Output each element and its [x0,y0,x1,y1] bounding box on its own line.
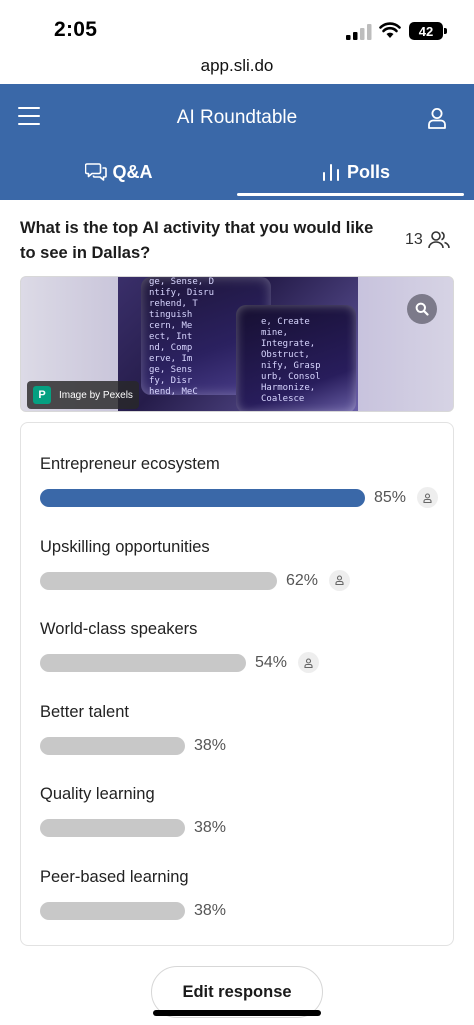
pexels-logo-icon: P [33,386,51,404]
magnifier-icon [415,302,429,316]
poll-option-result: 62% [40,569,440,591]
image-code-text: ge, Sense, D ntify, Disru rehend, T ting… [149,277,215,397]
result-percent: 38% [194,901,227,919]
url-bar[interactable]: app.sli.do [0,56,474,84]
poll-option-result: 38% [40,734,440,756]
tab-qa[interactable]: Q&A [0,158,237,200]
status-bar: 2:05 42 [0,0,474,56]
tab-polls-label: Polls [346,161,390,182]
result-percent: 62% [286,571,319,589]
poll-option: Upskilling opportunities 62% [40,538,440,591]
active-tab-indicator [237,193,464,196]
my-vote-icon [329,569,350,591]
poll-option-label: Upskilling opportunities [40,537,210,556]
result-bar [40,489,365,507]
cellular-signal-icon [346,24,372,40]
poll-option-label: Quality learning [40,785,155,803]
poll-option: Peer-based learning 38% [40,868,440,921]
image-background [353,277,453,411]
result-percent: 38% [194,819,227,836]
poll-option: Entrepreneur ecosystem 85% [40,455,440,508]
chat-bubbles-icon [84,163,107,181]
participant-count-value: 13 [405,231,423,248]
result-bar [40,654,246,672]
home-indicator [153,1010,321,1016]
status-time: 2:05 [54,18,98,41]
result-bar [40,819,185,837]
poll-option-result: 38% [40,899,440,921]
tab-qa-label: Q&A [112,161,153,182]
user-icon[interactable] [427,107,447,129]
poll-results-card: Entrepreneur ecosystem 85% Upskilling oppo… [20,422,454,946]
result-percent: 85% [374,489,407,506]
image-credit-text: Image by Pexels [59,389,133,401]
poll-image[interactable]: ge, Sense, D ntify, Disru rehend, T ting… [20,276,454,412]
battery-icon: 42 [409,22,447,40]
poll-option: Better talent 38% [40,703,440,756]
participants-icon [427,231,450,249]
poll-option-result: 38% [40,816,440,838]
result-bar [40,736,185,755]
event-title: AI Roundtable [176,107,298,128]
poll-option-result: 85% [40,486,440,508]
result-bar [40,571,277,590]
result-percent: 38% [194,736,227,754]
poll-option-result: 54% [40,651,440,673]
result-percent: 54% [255,654,288,671]
image-credit-badge: P Image by Pexels [27,381,139,409]
poll-option-label: Entrepreneur ecosystem [40,455,220,473]
poll-option-label: Better talent [40,702,129,721]
my-vote-icon [417,487,438,508]
zoom-button[interactable] [407,294,437,324]
image-code-text: e, Create mine, Integrate, Obstruct, nif… [261,317,321,404]
poll-question: What is the top AI activity that you wou… [20,219,374,262]
participant-count: 13 [405,230,450,250]
poll-option-label: World-class speakers [40,620,198,638]
poll-option: World-class speakers 54% [40,620,440,673]
poll-option-label: Peer-based learning [40,867,189,886]
bar-chart-icon [322,164,339,181]
result-bar [40,901,185,920]
my-vote-icon [298,652,319,673]
poll-option: Quality learning 38% [40,785,440,838]
wifi-icon [379,22,401,38]
